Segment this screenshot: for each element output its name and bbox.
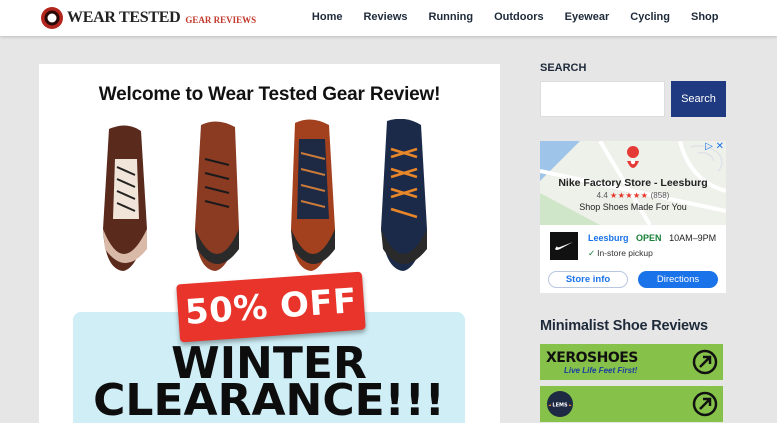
nav-home[interactable]: Home bbox=[301, 0, 353, 36]
boot-rust bbox=[195, 121, 239, 271]
ad-store-status: Leesburg OPEN 10AM–9PM bbox=[588, 233, 716, 243]
external-link-icon bbox=[692, 349, 718, 375]
external-link-icon bbox=[692, 391, 718, 417]
main-content: Welcome to Wear Tested Gear Review! 50% … bbox=[39, 64, 500, 423]
minimalist-reviews-heading: Minimalist Shoe Reviews bbox=[540, 318, 708, 334]
nav-eyewear[interactable]: Eyewear bbox=[554, 0, 620, 36]
ad-hours: 10AM–9PM bbox=[669, 233, 717, 243]
site-header: WEAR TESTED GEAR REVIEWS Home Reviews Ru… bbox=[0, 0, 777, 36]
lems-logo-icon: LEMS bbox=[547, 391, 573, 417]
search-heading: SEARCH bbox=[540, 62, 587, 74]
ad-rating: 4.4 ★★★★★ (858) bbox=[540, 191, 726, 200]
ad-tagline: Shop Shoes Made For You bbox=[579, 202, 687, 212]
nav-reviews[interactable]: Reviews bbox=[353, 0, 418, 36]
ad-feature: ✓ In-store pickup bbox=[588, 248, 653, 259]
boot-navy-orange bbox=[381, 119, 427, 271]
lems-banner[interactable]: LEMS bbox=[540, 386, 723, 422]
discount-text: 50% OFF bbox=[183, 281, 359, 333]
search-button[interactable]: Search bbox=[671, 81, 726, 117]
nav-shop[interactable]: Shop bbox=[681, 0, 730, 36]
ad-feature-text: In-store pickup bbox=[597, 248, 653, 258]
check-icon: ✓ bbox=[588, 248, 596, 258]
logo-main-text: WEAR TESTED bbox=[67, 9, 181, 26]
boot-navy-rust bbox=[291, 119, 335, 271]
map-ad[interactable]: ▷ ✕ Nike Factory Store - Leesburg 4.4 ★★… bbox=[540, 141, 726, 293]
svg-text:LEMS: LEMS bbox=[552, 402, 568, 408]
directions-button[interactable]: Directions bbox=[638, 271, 718, 288]
promo-line-clearance: CLEARANCE!!! bbox=[93, 375, 445, 423]
store-info-button[interactable]: Store info bbox=[548, 271, 628, 288]
ad-review-count: (858) bbox=[650, 191, 670, 200]
xeroshoes-tagline: Live Life Feet First! bbox=[564, 366, 638, 375]
winter-boots-image[interactable] bbox=[97, 119, 445, 279]
ad-store-name: Nike Factory Store - Leesburg bbox=[558, 177, 708, 189]
logo-sub-text: GEAR REVIEWS bbox=[185, 14, 257, 25]
nav-cycling[interactable]: Cycling bbox=[620, 0, 681, 36]
ad-city[interactable]: Leesburg bbox=[588, 233, 629, 243]
site-logo[interactable]: WEAR TESTED GEAR REVIEWS bbox=[40, 6, 256, 30]
xeroshoes-logo-text: XEROSHOES bbox=[546, 350, 638, 366]
xeroshoes-banner[interactable]: XEROSHOES Live Life Feet First! bbox=[540, 344, 723, 380]
page-title: Welcome to Wear Tested Gear Review! bbox=[98, 84, 441, 105]
ad-open-status: OPEN bbox=[636, 233, 662, 243]
ad-rating-value: 4.4 bbox=[596, 191, 608, 200]
nav-running[interactable]: Running bbox=[418, 0, 484, 36]
nike-logo-icon bbox=[550, 232, 578, 260]
logo-ring-icon bbox=[41, 7, 63, 29]
main-nav: Home Reviews Running Outdoors Eyewear Cy… bbox=[301, 0, 729, 36]
star-rating-icon: ★★★★★ bbox=[610, 191, 649, 200]
boot-brown-fur bbox=[103, 125, 147, 271]
nav-outdoors[interactable]: Outdoors bbox=[484, 0, 555, 36]
search-input[interactable] bbox=[540, 81, 665, 117]
ad-choices-icon[interactable]: ▷ ✕ bbox=[705, 142, 724, 152]
